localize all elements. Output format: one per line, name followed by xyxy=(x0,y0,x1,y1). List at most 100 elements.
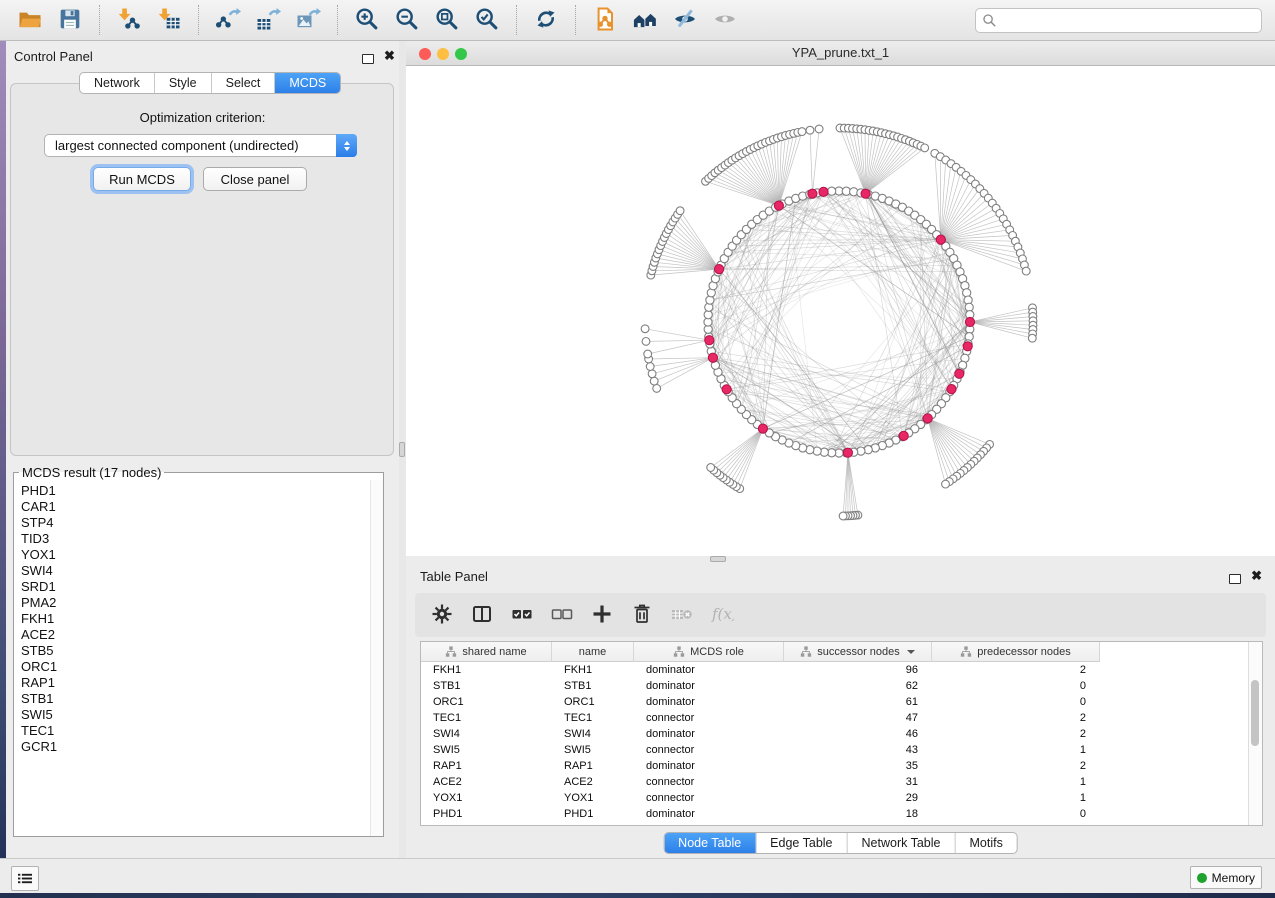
toolbar-separator xyxy=(516,5,517,35)
network-window-titlebar: YPA_prune.txt_1 xyxy=(406,41,1275,66)
optimization-criterion-select[interactable]: largest connected component (undirected) xyxy=(44,134,357,157)
table-cell: dominator xyxy=(634,806,784,822)
table-row[interactable]: ORC1ORC1dominator610 xyxy=(421,694,1262,710)
table-row[interactable]: SWI5SWI5connector431 xyxy=(421,742,1262,758)
mcds-result-item[interactable]: GCR1 xyxy=(21,739,370,755)
mcds-result-item[interactable]: ACE2 xyxy=(21,627,370,643)
column-label: predecessor nodes xyxy=(977,646,1071,658)
mcds-result-item[interactable]: STP4 xyxy=(21,515,370,531)
mcds-result-item[interactable]: TEC1 xyxy=(21,723,370,739)
tab-node-table[interactable]: Node Table xyxy=(664,833,755,853)
float-panel-icon[interactable] xyxy=(362,51,374,69)
table-row[interactable]: PHD1PHD1dominator180 xyxy=(421,806,1262,822)
mcds-result-item[interactable]: SRD1 xyxy=(21,579,370,595)
memory-button[interactable]: Memory xyxy=(1190,866,1262,889)
mcds-result-item[interactable]: PHD1 xyxy=(21,483,370,499)
mcds-result-item[interactable]: FKH1 xyxy=(21,611,370,627)
table-cell: PHD1 xyxy=(552,806,634,822)
task-history-button[interactable] xyxy=(11,866,39,891)
export-network-button[interactable] xyxy=(208,3,248,37)
save-session-button[interactable] xyxy=(50,3,90,37)
mcds-result-item[interactable]: YOX1 xyxy=(21,547,370,563)
node-table: shared namenameMCDS rolesuccessor nodes p… xyxy=(420,641,1263,826)
table-scrollbar[interactable] xyxy=(1248,642,1262,825)
scrollbar-thumb[interactable] xyxy=(1251,680,1259,746)
table-row[interactable]: STB1STB1dominator620 xyxy=(421,678,1262,694)
table-cell: YOX1 xyxy=(421,790,552,806)
import-table-button[interactable] xyxy=(149,3,189,37)
close-panel-icon[interactable]: ✖ xyxy=(1251,570,1262,582)
column-header-successor-nodes[interactable]: successor nodes xyxy=(784,642,932,662)
toolbar-separator xyxy=(575,5,576,35)
hide-graphics-details-button[interactable] xyxy=(665,3,705,37)
add-column-button[interactable] xyxy=(588,600,615,630)
tab-network-table[interactable]: Network Table xyxy=(847,833,955,853)
export-image-icon xyxy=(294,5,322,36)
export-table-button[interactable] xyxy=(248,3,288,37)
zoom-out-button[interactable] xyxy=(387,3,427,37)
show-graphics-details-button[interactable] xyxy=(705,3,745,37)
network-from-file-button[interactable] xyxy=(585,3,625,37)
mcds-result-item[interactable]: STB5 xyxy=(21,643,370,659)
table-cell: 96 xyxy=(784,662,932,678)
table-cell: 29 xyxy=(784,790,932,806)
select-all-rows-button[interactable] xyxy=(508,600,535,630)
control-panel-tabs: NetworkStyleSelectMCDS xyxy=(79,72,341,94)
status-bar: Memory xyxy=(0,858,1275,893)
tab-network[interactable]: Network xyxy=(80,73,154,93)
function-builder-button[interactable]: f(x) xyxy=(708,600,735,630)
show-columns-button[interactable] xyxy=(468,600,495,630)
vertical-splitter[interactable] xyxy=(399,41,406,858)
delete-column-button[interactable] xyxy=(628,600,655,630)
welcome-screen-button[interactable] xyxy=(625,3,665,37)
table-settings-button[interactable] xyxy=(428,600,455,630)
apply-layout-button[interactable] xyxy=(526,3,566,37)
deselect-all-rows-button[interactable] xyxy=(548,600,575,630)
column-header-predecessor-nodes[interactable]: predecessor nodes xyxy=(932,642,1100,662)
table-row[interactable]: FKH1FKH1dominator962 xyxy=(421,662,1262,678)
table-row[interactable]: RAP1RAP1dominator352 xyxy=(421,758,1262,774)
zoom-selected-button[interactable] xyxy=(467,3,507,37)
close-panel-icon[interactable]: ✖ xyxy=(384,50,395,62)
zoom-fit-button[interactable] xyxy=(427,3,467,37)
mcds-result-item[interactable]: TID3 xyxy=(21,531,370,547)
splitter-handle[interactable] xyxy=(710,556,726,562)
table-row[interactable]: TEC1TEC1connector472 xyxy=(421,710,1262,726)
table-cell: 43 xyxy=(784,742,932,758)
zoom-in-button[interactable] xyxy=(347,3,387,37)
table-row[interactable]: ACE2ACE2connector311 xyxy=(421,774,1262,790)
tab-select[interactable]: Select xyxy=(211,73,275,93)
delete-table-button[interactable] xyxy=(668,600,695,630)
run-mcds-button[interactable]: Run MCDS xyxy=(93,167,191,191)
splitter-handle[interactable] xyxy=(399,442,405,457)
horizontal-splitter[interactable] xyxy=(406,556,1275,563)
table-cell: ACE2 xyxy=(421,774,552,790)
search-input[interactable] xyxy=(975,8,1262,33)
table-cell: ORC1 xyxy=(552,694,634,710)
table-settings-icon xyxy=(430,602,454,629)
network-canvas[interactable] xyxy=(406,66,1275,556)
mcds-result-item[interactable]: PMA2 xyxy=(21,595,370,611)
mcds-result-item[interactable]: STB1 xyxy=(21,691,370,707)
mcds-result-item[interactable]: ORC1 xyxy=(21,659,370,675)
import-network-button[interactable] xyxy=(109,3,149,37)
close-panel-button[interactable]: Close panel xyxy=(203,167,307,191)
column-header-name[interactable]: name xyxy=(552,642,634,662)
tab-edge-table[interactable]: Edge Table xyxy=(755,833,846,853)
mcds-list-scrollbar[interactable] xyxy=(370,480,383,836)
float-panel-icon[interactable] xyxy=(1229,571,1241,589)
dropdown-stepper-icon xyxy=(336,134,357,157)
tab-mcds[interactable]: MCDS xyxy=(274,73,340,93)
mcds-result-item[interactable]: CAR1 xyxy=(21,499,370,515)
export-image-button[interactable] xyxy=(288,3,328,37)
mcds-result-item[interactable]: RAP1 xyxy=(21,675,370,691)
table-row[interactable]: YOX1YOX1connector291 xyxy=(421,790,1262,806)
mcds-result-item[interactable]: SWI5 xyxy=(21,707,370,723)
column-header-shared-name[interactable]: shared name xyxy=(421,642,552,662)
tab-style[interactable]: Style xyxy=(154,73,211,93)
tab-motifs[interactable]: Motifs xyxy=(954,833,1016,853)
open-file-button[interactable] xyxy=(10,3,50,37)
mcds-result-item[interactable]: SWI4 xyxy=(21,563,370,579)
table-row[interactable]: SWI4SWI4dominator462 xyxy=(421,726,1262,742)
column-header-MCDS-role[interactable]: MCDS role xyxy=(634,642,784,662)
